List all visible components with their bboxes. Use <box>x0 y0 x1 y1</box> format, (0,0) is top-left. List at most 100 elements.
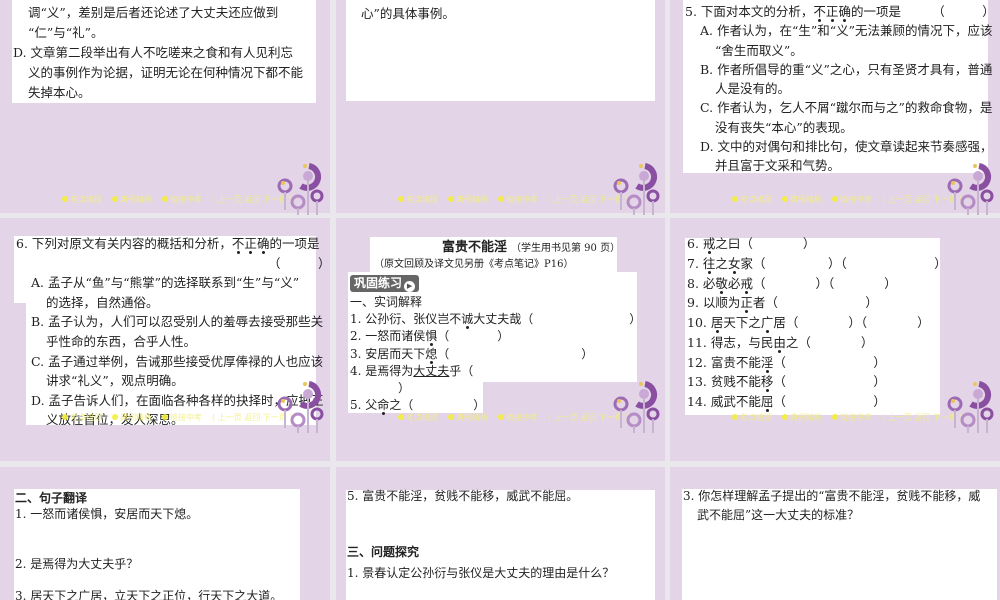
bullet-icon <box>832 196 838 202</box>
bullet-icon <box>498 196 504 202</box>
emphasized-char: 诚 <box>461 312 474 327</box>
exercise-item[interactable]: 8. 必敬必戒（ ）（ ） <box>687 274 947 294</box>
bullet-icon <box>162 196 168 202</box>
play-icon: ▶ <box>404 281 416 292</box>
emphasized-char: 正 <box>244 236 257 251</box>
emphasized-char: 屈 <box>760 394 774 409</box>
option-b: B. 作者所倡导的重“义”之心，只有圣贤才具有，普通 <box>700 61 993 77</box>
flower-decoration-icon <box>275 160 325 215</box>
footer-link[interactable]: 典例精析 <box>782 195 822 204</box>
bullet-icon <box>112 414 118 420</box>
question-stem: 5. 下面对本文的分析，不正确的一项是 （ ） <box>685 4 995 19</box>
slide-footer-nav[interactable]: 考点梳理 典例精析 链接中考( 上一页 返回 下一页 ) <box>398 412 638 423</box>
emphasized-char: 不 <box>813 4 826 19</box>
badge-label: 巩固练习 <box>354 276 403 290</box>
inquiry-question: 1. 景春认定公孙衍与张仪是大丈夫的理由是什么？ <box>347 566 615 580</box>
footer-link[interactable]: 典例精析 <box>112 195 152 204</box>
slide-text: 心”的具体事例。 <box>361 4 455 24</box>
footer-link[interactable]: 考点梳理 <box>398 413 438 422</box>
slide-9[interactable]: 3. 你怎样理解孟子提出的“富贵不能淫，贫贱不能移，威 武不能屈”这一大丈夫的标… <box>670 467 1000 600</box>
text-line: “舍生而取义”。 <box>715 42 803 58</box>
option-b: B. 孟子认为，人们可以忍受别人的羞辱去接受那些关 <box>31 314 324 330</box>
slide-8[interactable]: 5. 富贵不能淫，贫贱不能移，威武不能屈。 三、问题探究 1. 景春认定公孙衍与… <box>336 467 665 600</box>
emphasized-char: 敬 <box>715 275 728 291</box>
exercise-item[interactable]: 4. 是焉得为大丈夫乎（ <box>350 363 641 380</box>
emphasized-char: 戒 <box>740 275 753 291</box>
emphasized-char: 往 <box>702 255 716 271</box>
text-line: 失掉本心。 <box>28 85 91 100</box>
footer-link[interactable]: 链接中考 <box>498 413 538 422</box>
exercise-item[interactable]: 9. 以顺为正者（ ） <box>687 293 947 313</box>
emphasized-char: 确 <box>256 236 270 251</box>
bullet-icon <box>448 414 454 420</box>
footer-link[interactable]: 链接中考 <box>162 195 202 204</box>
option-d: D. 文章第二段举出有人不吃嗟来之食和有人见利忘 <box>13 45 294 60</box>
bullet-icon <box>112 196 118 202</box>
option-c: C. 孟子通过举例，告诫那些接受优厚俸禄的人也应该 <box>31 353 324 369</box>
footer-link[interactable]: 典例精析 <box>112 413 152 422</box>
emphasized-char: 正 <box>825 4 839 19</box>
exercise-item[interactable]: 3. 安居而天下熄（ ） <box>350 346 641 363</box>
bullet-icon <box>398 414 404 420</box>
slide-footer-nav[interactable]: 考点梳理 典例精析 链接中考( 上一页 返回 下一页 ) <box>62 412 302 423</box>
emphasized-char: 淫 <box>760 354 774 370</box>
emphasized-char: 移 <box>760 374 774 390</box>
answer-blank[interactable]: （ ） <box>16 254 330 274</box>
inquiry-question: 3. 你怎样理解孟子提出的“富贵不能淫，贫贱不能移，威 <box>683 489 981 503</box>
footer-link[interactable]: 考点梳理 <box>732 195 772 204</box>
lesson-title: 富贵不能淫 （学生用书见第 90 页） <box>442 238 620 258</box>
emphasized-char: 命 <box>377 398 390 413</box>
footer-link[interactable]: 考点梳理 <box>62 413 102 422</box>
flower-decoration-icon <box>611 378 661 433</box>
text-line: 人是没有的。 <box>715 81 791 97</box>
footer-link[interactable]: 链接中考 <box>832 195 872 204</box>
word-exercise: 6. 戒之曰（ ） 7. 往之女家（ ）（ ） 8. 必敬必戒（ ）（ ） 9.… <box>687 234 947 412</box>
text-line: 心”的具体事例。 <box>361 6 455 21</box>
emphasized-char: 戒 <box>702 236 716 251</box>
bullet-icon <box>732 196 738 202</box>
slide-7[interactable]: 二、句子翻译 1. 一怒而诸侯惧，安居而天下熄。 2. 是焉得为大丈夫乎？ 3.… <box>0 467 330 600</box>
exercise-item[interactable]: 10. 居天下之广居（ ）（ ） <box>687 313 947 333</box>
footer-link[interactable]: 考点梳理 <box>398 195 438 204</box>
section-heading: 一、实词解释 <box>350 295 423 309</box>
bullet-icon <box>782 196 788 202</box>
emphasized-char: 不 <box>231 236 245 251</box>
page-reference: （学生用书见第 90 页） <box>511 243 621 254</box>
flower-decoration-icon <box>945 378 995 433</box>
emphasized-char: 熄 <box>425 346 438 361</box>
footer-link[interactable]: 链接中考 <box>162 413 202 422</box>
slide-footer-nav[interactable]: 考点梳理 典例精析 链接中考( 上一页 返回 下一页 ) <box>732 412 972 423</box>
flower-decoration-icon <box>945 160 995 215</box>
slide-footer-nav[interactable]: 考点梳理 典例精析 链接中考( 上一页 返回 下一页 ) <box>62 194 302 205</box>
slide-footer-nav[interactable]: 考点梳理 典例精析 链接中考( 上一页 返回 下一页 ) <box>732 194 972 205</box>
footer-link[interactable]: 链接中考 <box>832 413 872 422</box>
flower-decoration-icon <box>611 160 661 215</box>
exercise-item[interactable]: 13. 贫贱不能移（ ） <box>687 372 947 392</box>
exercise-item[interactable]: 7. 往之女家（ ）（ ） <box>687 254 947 274</box>
footer-link[interactable]: 链接中考 <box>498 195 538 204</box>
footer-link[interactable]: 典例精析 <box>448 195 488 204</box>
slide-footer-nav[interactable]: 考点梳理 典例精析 链接中考( 上一页 返回 下一页 ) <box>398 194 638 205</box>
text-line: 调“义”，差别是后者还论述了大丈夫还应做到 <box>28 5 279 20</box>
option-d: D. 文中的对偶句和排比句，使文章读起来节奏感强， <box>700 139 993 155</box>
footer-link[interactable]: 典例精析 <box>448 413 488 422</box>
exercise-item[interactable]: 1. 公孙衍、张仪岂不诚大丈夫哉（ ） <box>350 311 641 328</box>
option-a: A. 作者认为，在“生”和“义”无法兼顾的情况下，应该 <box>700 23 993 39</box>
footer-link[interactable]: 考点梳理 <box>732 413 772 422</box>
text-line: 乎性命的东西，合乎人性。 <box>46 333 197 349</box>
answer-blank[interactable]: ） <box>350 380 641 397</box>
bullet-icon <box>162 414 168 420</box>
section-heading: 二、句子翻译 <box>15 491 88 505</box>
footer-link[interactable]: 考点梳理 <box>62 195 102 204</box>
exercise-item[interactable]: 12. 富贵不能淫（ ） <box>687 353 947 373</box>
practice-badge[interactable]: 巩固练习 ▶ <box>350 275 420 292</box>
word-exercise: 一、实词解释 1. 公孙衍、张仪岂不诚大丈夫哉（ ） 2. 一怒而诸侯惧（ ） … <box>350 294 641 414</box>
exercise-item[interactable]: 2. 一怒而诸侯惧（ ） <box>350 328 641 345</box>
exercise-item[interactable]: 11. 得志，与民由之（ ） <box>687 333 947 353</box>
footer-link[interactable]: 典例精析 <box>782 413 822 422</box>
translation-item: 3. 居天下之广居，立天下之正位，行天下之大道。 <box>15 589 283 600</box>
exercise-item[interactable]: 6. 戒之曰（ ） <box>687 234 947 254</box>
exercise-item[interactable]: 14. 威武不能屈（ ） <box>687 392 947 412</box>
emphasized-char: 女 <box>727 255 741 271</box>
emphasized-char: 居 <box>710 315 724 330</box>
